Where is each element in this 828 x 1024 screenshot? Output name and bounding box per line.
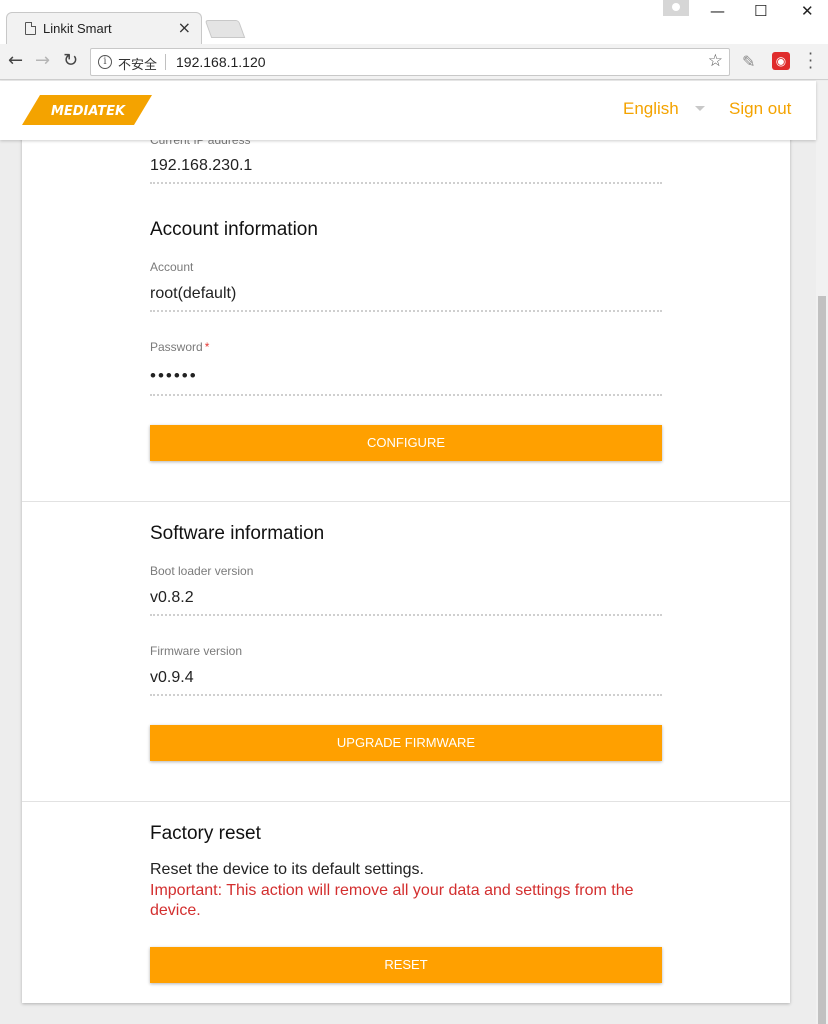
window-close-button[interactable]: ✕	[801, 2, 814, 20]
factory-reset-description: Reset the device to its default settings…	[150, 861, 424, 878]
settings-card: Current IP address 192.168.230.1 Account…	[22, 81, 790, 1003]
maximize-button[interactable]: ☐	[754, 2, 767, 20]
minimize-button[interactable]: —	[710, 2, 725, 20]
factory-reset-heading: Factory reset	[150, 823, 261, 844]
back-button[interactable]: ←	[8, 50, 23, 71]
address-bar[interactable]: i 不安全 192.168.1.120 ☆	[90, 48, 730, 76]
section-divider	[22, 501, 790, 502]
url-text[interactable]: 192.168.1.120	[176, 54, 266, 70]
browser-toolbar: ← → ↻ i 不安全 192.168.1.120 ☆ ✎ ◉ · · ·	[0, 44, 828, 80]
app-header: MEDIATEK English Sign out	[0, 81, 816, 140]
field-underline	[150, 310, 662, 312]
tab-close-button[interactable]: ×	[178, 18, 191, 37]
factory-reset-warning: Important: This action will remove all y…	[150, 882, 634, 919]
bootloader-label: Boot loader version	[150, 564, 254, 578]
page-icon	[25, 22, 36, 35]
password-label: Password *	[150, 340, 210, 354]
mediatek-logo[interactable]: MEDIATEK	[22, 95, 152, 125]
forward-button[interactable]: →	[35, 50, 50, 71]
required-marker: *	[204, 340, 210, 354]
new-tab-button[interactable]	[204, 20, 246, 38]
browser-tab[interactable]: Linkit Smart ×	[6, 12, 202, 44]
bookmark-star-icon[interactable]: ☆	[708, 51, 723, 71]
reset-button[interactable]: RESET	[150, 947, 662, 983]
scrollbar-thumb[interactable]	[818, 296, 826, 1024]
page-scrollbar[interactable]	[816, 81, 828, 1024]
configure-button[interactable]: CONFIGURE	[150, 425, 662, 461]
field-underline	[150, 694, 662, 696]
firmware-value: v0.9.4	[150, 669, 194, 686]
logo-text: MEDIATEK	[51, 104, 126, 119]
security-label[interactable]: 不安全	[118, 54, 157, 73]
bootloader-value: v0.8.2	[150, 589, 194, 606]
section-divider	[22, 801, 790, 802]
field-underline	[150, 614, 662, 616]
tab-title: Linkit Smart	[43, 21, 112, 36]
account-heading: Account information	[150, 219, 318, 240]
extension-icon[interactable]: ✎	[742, 52, 755, 71]
field-underline	[150, 394, 662, 396]
sign-out-link[interactable]: Sign out	[729, 99, 791, 119]
reload-button[interactable]: ↻	[63, 50, 78, 71]
browser-menu-icon[interactable]: · · ·	[808, 46, 813, 76]
omnibox-divider	[165, 54, 166, 70]
firmware-label: Firmware version	[150, 644, 243, 658]
chevron-down-icon[interactable]	[695, 106, 705, 111]
extension-badge-icon[interactable]: ◉	[772, 52, 790, 70]
profile-icon[interactable]	[663, 0, 689, 16]
account-label: Account	[150, 260, 194, 274]
browser-titlebar: Linkit Smart × — ☐ ✕	[0, 0, 828, 44]
page-viewport: Current IP address 192.168.230.1 Account…	[0, 81, 816, 1024]
software-heading: Software information	[150, 523, 325, 544]
field-underline	[150, 182, 662, 184]
info-icon[interactable]: i	[98, 55, 112, 69]
account-value: root(default)	[150, 285, 237, 302]
language-selector[interactable]: English	[623, 99, 679, 119]
password-field[interactable]: ••••••	[150, 366, 198, 386]
current-ip-value: 192.168.230.1	[150, 157, 253, 174]
upgrade-firmware-button[interactable]: UPGRADE FIRMWARE	[150, 725, 662, 761]
